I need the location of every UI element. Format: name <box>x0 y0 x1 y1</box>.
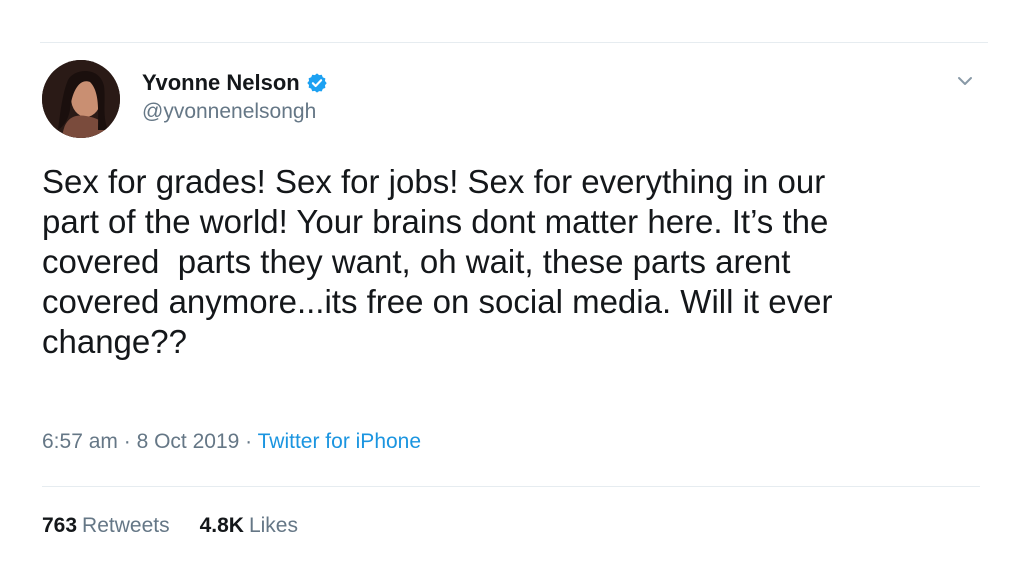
user-names: Yvonne Nelson @yvonnenelsongh <box>142 68 328 124</box>
meta-separator: · <box>123 430 131 453</box>
tweet-header: Yvonne Nelson @yvonnenelsongh <box>42 60 982 140</box>
likes-count: 4.8K <box>199 514 244 537</box>
retweets-label: Retweets <box>82 514 170 537</box>
display-name-row: Yvonne Nelson <box>142 68 328 98</box>
stats-divider <box>42 486 980 487</box>
tweet-meta: 6:57 am · 8 Oct 2019 · Twitter for iPhon… <box>42 430 421 454</box>
tweet-text: Sex for grades! Sex for jobs! Sex for ev… <box>42 163 833 360</box>
tweet-stats: 763 Retweets 4.8K Likes <box>42 514 298 538</box>
meta-separator: · <box>245 430 253 453</box>
retweets-count: 763 <box>42 514 78 537</box>
tweet-time[interactable]: 6:57 am <box>42 430 118 453</box>
verified-badge-icon <box>306 72 328 94</box>
retweets-stat[interactable]: 763 Retweets <box>42 514 170 538</box>
top-divider <box>40 42 988 43</box>
tweet-source-link[interactable]: Twitter for iPhone <box>258 430 421 453</box>
display-name[interactable]: Yvonne Nelson <box>142 70 300 96</box>
avatar[interactable] <box>42 60 120 138</box>
user-handle[interactable]: @yvonnenelsongh <box>142 100 328 124</box>
likes-stat[interactable]: 4.8K Likes <box>200 514 298 538</box>
likes-label: Likes <box>248 514 298 537</box>
chevron-down-icon[interactable] <box>954 70 976 92</box>
tweet-date[interactable]: 8 Oct 2019 <box>137 430 240 453</box>
